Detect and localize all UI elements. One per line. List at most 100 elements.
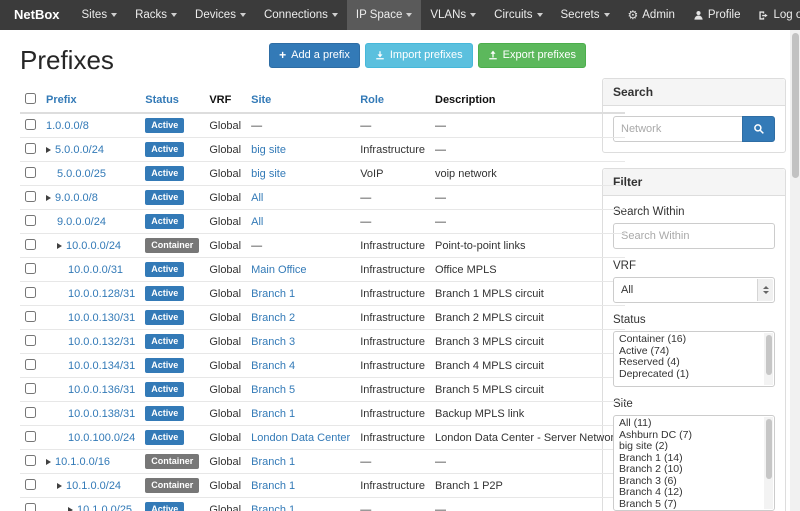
expand-caret-icon[interactable]: [57, 243, 62, 249]
nav-admin[interactable]: ⚙Admin: [619, 0, 684, 30]
site-link[interactable]: Branch 1: [251, 480, 295, 492]
filter-list-site[interactable]: All (11)Ashburn DC (7)big site (2)Branch…: [613, 415, 775, 511]
filter-option[interactable]: Active (74): [614, 346, 762, 358]
brand-logo[interactable]: NetBox: [0, 0, 73, 30]
row-checkbox[interactable]: [25, 143, 36, 154]
nav-item-vlans[interactable]: VLANs: [421, 0, 485, 30]
prefix-link[interactable]: 10.0.100.0/24: [68, 432, 135, 444]
prefix-link[interactable]: 10.0.0.0/24: [66, 240, 121, 252]
site-link[interactable]: big site: [251, 144, 286, 156]
scrollbar-thumb[interactable]: [792, 33, 799, 178]
filter-list-status[interactable]: Container (16)Active (74)Reserved (4)Dep…: [613, 331, 775, 387]
site-link[interactable]: Branch 5: [251, 384, 295, 396]
nav-profile[interactable]: Profile: [684, 0, 750, 30]
row-checkbox[interactable]: [25, 407, 36, 418]
filter-select-vrf[interactable]: All: [613, 277, 775, 303]
site-link[interactable]: Branch 4: [251, 360, 295, 372]
prefix-link[interactable]: 5.0.0.0/24: [55, 144, 104, 156]
row-checkbox[interactable]: [25, 263, 36, 274]
site-link[interactable]: All: [251, 192, 263, 204]
site-link[interactable]: Main Office: [251, 264, 306, 276]
site-link[interactable]: Branch 1: [251, 288, 295, 300]
listbox-scrollbar[interactable]: [764, 417, 773, 509]
row-checkbox[interactable]: [25, 383, 36, 394]
prefix-link[interactable]: 10.1.0.0/24: [66, 480, 121, 492]
row-checkbox[interactable]: [25, 359, 36, 370]
prefix-link[interactable]: 9.0.0.0/24: [57, 216, 106, 228]
expand-caret-icon[interactable]: [46, 459, 51, 465]
row-checkbox[interactable]: [25, 167, 36, 178]
row-checkbox[interactable]: [25, 311, 36, 322]
site-link[interactable]: Branch 1: [251, 456, 295, 468]
site-link[interactable]: Branch 3: [251, 336, 295, 348]
add-prefix-button[interactable]: + Add a prefix: [269, 43, 360, 68]
filter-option[interactable]: Reserved (4): [614, 357, 762, 369]
scrollbar-thumb[interactable]: [766, 335, 772, 375]
column-header-role[interactable]: Role: [355, 88, 430, 113]
prefix-link[interactable]: 5.0.0.0/25: [57, 168, 106, 180]
filter-option[interactable]: Branch 2 (10): [614, 464, 762, 476]
site-link[interactable]: Branch 1: [251, 504, 295, 511]
prefix-link[interactable]: 10.0.0.128/31: [68, 288, 135, 300]
row-checkbox[interactable]: [25, 287, 36, 298]
description-cell: —: [430, 498, 625, 511]
filter-option[interactable]: All (11): [614, 418, 762, 430]
nav-item-secrets[interactable]: Secrets: [552, 0, 619, 30]
nav-log-out[interactable]: Log out: [749, 0, 800, 30]
search-button[interactable]: [742, 116, 775, 142]
filter-option[interactable]: Branch 5 (7): [614, 499, 762, 511]
site-link[interactable]: big site: [251, 168, 286, 180]
row-checkbox[interactable]: [25, 239, 36, 250]
prefix-link[interactable]: 10.0.0.134/31: [68, 360, 135, 372]
expand-caret-icon[interactable]: [68, 507, 73, 511]
prefix-link[interactable]: 10.1.0.0/25: [77, 504, 132, 511]
prefix-link[interactable]: 10.0.0.138/31: [68, 408, 135, 420]
row-checkbox[interactable]: [25, 119, 36, 130]
site-link[interactable]: Branch 2: [251, 312, 295, 324]
row-checkbox[interactable]: [25, 455, 36, 466]
listbox-scrollbar[interactable]: [764, 333, 773, 385]
scrollbar-thumb[interactable]: [766, 419, 772, 479]
filter-option[interactable]: Branch 4 (12): [614, 487, 762, 499]
expand-caret-icon[interactable]: [57, 483, 62, 489]
nav-item-ip-space[interactable]: IP Space: [347, 0, 421, 30]
nav-item-racks[interactable]: Racks: [126, 0, 186, 30]
prefix-link[interactable]: 10.1.0.0/16: [55, 456, 110, 468]
export-prefixes-button[interactable]: Export prefixes: [478, 43, 586, 68]
prefix-link[interactable]: 10.0.0.136/31: [68, 384, 135, 396]
filter-input-search-within[interactable]: [613, 223, 775, 249]
filter-option[interactable]: Ashburn DC (7): [614, 430, 762, 442]
row-checkbox[interactable]: [25, 215, 36, 226]
column-header-site[interactable]: Site: [246, 88, 355, 113]
site-link[interactable]: London Data Center: [251, 432, 350, 444]
page-scrollbar[interactable]: [790, 30, 800, 511]
search-input[interactable]: [613, 116, 743, 142]
site-link[interactable]: All: [251, 216, 263, 228]
row-checkbox[interactable]: [25, 191, 36, 202]
prefix-link[interactable]: 10.0.0.0/31: [68, 264, 123, 276]
filter-option[interactable]: big site (2): [614, 441, 762, 453]
nav-item-circuits[interactable]: Circuits: [485, 0, 551, 30]
prefix-link[interactable]: 10.0.0.132/31: [68, 336, 135, 348]
column-header-status[interactable]: Status: [140, 88, 204, 113]
expand-caret-icon[interactable]: [46, 195, 51, 201]
filter-option[interactable]: Deprecated (1): [614, 369, 762, 381]
row-checkbox[interactable]: [25, 479, 36, 490]
row-checkbox[interactable]: [25, 431, 36, 442]
nav-item-sites[interactable]: Sites: [73, 0, 127, 30]
site-link[interactable]: Branch 1: [251, 408, 295, 420]
prefix-link[interactable]: 10.0.0.130/31: [68, 312, 135, 324]
prefix-link[interactable]: 9.0.0.0/8: [55, 192, 98, 204]
prefix-link[interactable]: 1.0.0.0/8: [46, 120, 89, 132]
filter-option[interactable]: Branch 1 (14): [614, 453, 762, 465]
select-all-checkbox[interactable]: [25, 93, 36, 104]
import-prefixes-button[interactable]: Import prefixes: [365, 43, 473, 68]
row-checkbox[interactable]: [25, 503, 36, 511]
nav-item-devices[interactable]: Devices: [186, 0, 255, 30]
filter-option[interactable]: Branch 3 (6): [614, 476, 762, 488]
filter-option[interactable]: Container (16): [614, 334, 762, 346]
nav-item-connections[interactable]: Connections: [255, 0, 347, 30]
column-header-prefix[interactable]: Prefix: [41, 88, 140, 113]
expand-caret-icon[interactable]: [46, 147, 51, 153]
row-checkbox[interactable]: [25, 335, 36, 346]
